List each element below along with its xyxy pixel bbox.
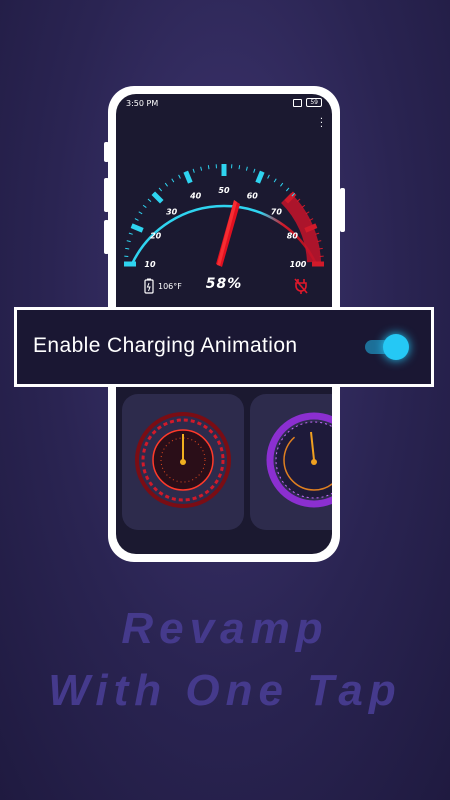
gauge-minor-tick (245, 166, 248, 171)
unplugged-icon (294, 278, 308, 298)
gauge-label: 60 (247, 192, 259, 201)
gauge-minor-tick (192, 168, 195, 173)
gauge-minor-tick (158, 187, 163, 192)
gauge-minor-tick (280, 182, 284, 187)
gauge-label: 10 (144, 260, 156, 269)
gauge-minor-tick (318, 247, 323, 250)
speedometer-gauge: 10 20 30 40 50 60 70 80 100 (124, 164, 324, 269)
status-time: 3:50 PM (126, 99, 159, 108)
gauge-label: 40 (189, 192, 202, 201)
gauge-minor-tick (178, 174, 181, 179)
gauge-minor-tick (128, 232, 133, 235)
gauge-labels: 10 20 30 40 50 60 70 80 100 (144, 186, 306, 269)
gauge-minor-tick (273, 178, 277, 183)
animation-thumbnail-purple[interactable] (250, 394, 332, 530)
gauge-label: 20 (150, 232, 162, 241)
gauge-minor-tick (267, 174, 270, 179)
gauge-info-row: 106°F 58% (116, 276, 332, 298)
gauge-minor-tick (147, 198, 152, 203)
gauge-label: 100 (290, 260, 307, 269)
gauge-label: 30 (166, 208, 178, 217)
phone-power-button (340, 188, 345, 232)
gauge-minor-tick (138, 211, 143, 215)
phone-side-button (104, 178, 109, 212)
gauge-minor-tick (207, 165, 210, 170)
setting-label: Enable Charging Animation (33, 334, 298, 357)
phone-side-button (104, 142, 109, 162)
gauge-minor-tick (164, 182, 168, 187)
battery-icon: 59 (306, 98, 322, 107)
gauge-label: 50 (218, 186, 230, 195)
tagline-line-1: Revamp (121, 604, 329, 653)
tagline-line-2: With One Tap (48, 666, 402, 715)
sim-icon (293, 98, 303, 107)
phone-side-button (104, 220, 109, 254)
gauge-minor-tick (125, 247, 130, 250)
gauge-minor-tick (285, 187, 290, 192)
gauge-minor-tick (171, 178, 175, 183)
gauge-minor-tick (134, 218, 139, 221)
gauge-minor-tick (200, 166, 203, 171)
gauge-minor-tick (142, 204, 147, 208)
gauge-minor-tick (126, 240, 131, 243)
gauge-label: 80 (287, 232, 299, 241)
gauge-minor-tick (238, 165, 241, 170)
toggle-knob (383, 334, 409, 360)
charging-animation-setting: Enable Charging Animation (14, 307, 434, 387)
overflow-menu-icon[interactable]: · · · (320, 115, 323, 133)
charging-animation-toggle[interactable] (365, 334, 409, 360)
gauge-label: 70 (271, 208, 283, 217)
animation-thumbnail-red[interactable] (122, 394, 244, 530)
gauge-minor-tick (253, 168, 256, 173)
status-bar: 3:50 PM 59 (116, 94, 332, 112)
